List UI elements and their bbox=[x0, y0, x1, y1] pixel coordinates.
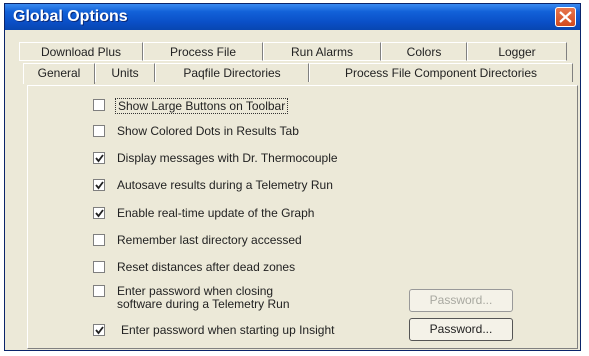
tab-download-plus[interactable]: Download Plus bbox=[19, 42, 143, 61]
label-show-large-buttons: Show Large Buttons on Toolbar bbox=[115, 98, 289, 114]
checkbox-autosave-results[interactable] bbox=[93, 179, 105, 191]
tab-process-file[interactable]: Process File bbox=[143, 42, 263, 61]
label-reset-distances: Reset distances after dead zones bbox=[117, 260, 296, 274]
tab-paqfile-directories[interactable]: Paqfile Directories bbox=[155, 63, 309, 82]
label-show-colored-dots: Show Colored Dots in Results Tab bbox=[117, 124, 299, 138]
tab-run-alarms[interactable]: Run Alarms bbox=[263, 42, 381, 61]
tab-logger[interactable]: Logger bbox=[467, 42, 567, 61]
checkmark-icon bbox=[95, 326, 104, 335]
checkbox-show-colored-dots[interactable] bbox=[93, 125, 105, 137]
label-display-messages: Display messages with Dr. Thermocouple bbox=[117, 151, 338, 165]
label-enable-realtime-update: Enable real-time update of the Graph bbox=[117, 206, 315, 220]
close-button[interactable] bbox=[555, 7, 576, 27]
label-password-on-close-line2: software during a Telemetry Run bbox=[117, 297, 290, 311]
tab-process-file-component-directories[interactable]: Process File Component Directories bbox=[309, 63, 573, 82]
global-options-dialog: Global Options Download Plus Process Fil… bbox=[4, 3, 581, 351]
checkbox-password-on-startup[interactable] bbox=[93, 324, 105, 336]
checkbox-enable-realtime-update[interactable] bbox=[93, 207, 105, 219]
checkbox-password-on-close[interactable] bbox=[93, 285, 105, 297]
label-password-on-startup: Enter password when starting up Insight bbox=[121, 323, 335, 337]
password-on-close-button[interactable]: Password... bbox=[409, 289, 513, 312]
title-bar[interactable]: Global Options bbox=[5, 4, 580, 30]
close-icon bbox=[559, 11, 572, 23]
checkbox-display-messages[interactable] bbox=[93, 152, 105, 164]
checkmark-icon bbox=[95, 209, 104, 218]
checkbox-reset-distances[interactable] bbox=[93, 261, 105, 273]
checkmark-icon bbox=[95, 154, 104, 163]
tab-row-back: Download Plus Process File Run Alarms Co… bbox=[19, 42, 573, 61]
checkbox-show-large-buttons[interactable] bbox=[93, 99, 105, 111]
password-on-startup-button[interactable]: Password... bbox=[409, 318, 513, 341]
label-remember-last-directory: Remember last directory accessed bbox=[117, 233, 302, 247]
label-password-on-close-line1: Enter password when closing bbox=[117, 284, 274, 298]
checkbox-remember-last-directory[interactable] bbox=[93, 234, 105, 246]
label-autosave-results: Autosave results during a Telemetry Run bbox=[117, 178, 333, 192]
tab-units[interactable]: Units bbox=[95, 63, 155, 82]
tab-row-front: General Units Paqfile Directories Proces… bbox=[23, 63, 577, 84]
tab-general[interactable]: General bbox=[23, 63, 95, 84]
checkmark-icon bbox=[95, 181, 104, 190]
window-title: Global Options bbox=[13, 8, 128, 25]
tab-colors[interactable]: Colors bbox=[381, 42, 467, 61]
